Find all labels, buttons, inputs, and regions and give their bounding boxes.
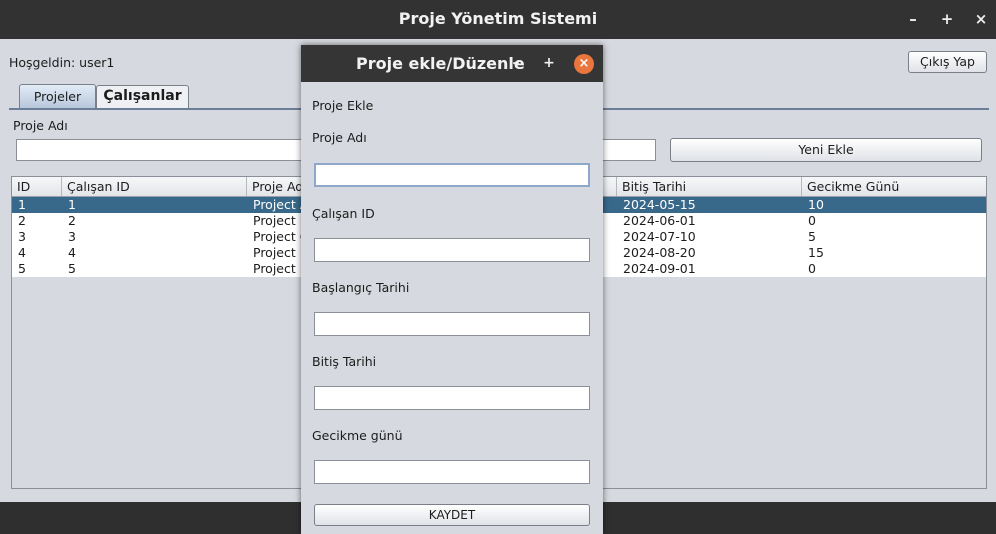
cell-id: 4 [18,245,26,260]
dialog-title: Proje ekle/Düzenle [356,54,525,73]
project-dialog: Proje ekle/Düzenle – + × Proje Ekle Proj… [301,45,603,534]
cell-id: 3 [18,229,26,244]
field-label-proje-adi: Proje Adı [312,130,367,145]
field-label-calisan-id: Çalışan ID [312,206,375,221]
project-name-label: Proje Adı [13,118,68,133]
cell-delay-days: 10 [808,197,824,212]
cell-end-date: 2024-09-01 [623,261,696,276]
cell-delay-days: 0 [808,213,816,228]
cell-delay-days: 15 [808,245,824,260]
cell-employee-id: 4 [68,245,76,260]
welcome-label: Hoşgeldin: user1 [9,55,115,70]
dialog-delay-input[interactable] [314,460,590,484]
dialog-maximize-button[interactable]: + [539,53,559,73]
logout-button[interactable]: Çıkış Yap [908,51,987,73]
tab-projeler[interactable]: Projeler [19,84,96,108]
field-label-bitis-tarihi: Bitiş Tarihi [312,354,377,369]
dialog-minimize-button[interactable]: – [506,53,526,73]
new-add-button[interactable]: Yeni Ekle [670,138,982,162]
cell-id: 2 [18,213,26,228]
cell-employee-id: 3 [68,229,76,244]
cell-end-date: 2024-06-01 [623,213,696,228]
cell-id: 5 [18,261,26,276]
cell-employee-id: 2 [68,213,76,228]
cell-end-date: 2024-08-20 [623,245,696,260]
column-header[interactable]: Bitiş Tarihi [617,177,802,196]
field-label-baslangic-tarihi: Başlangıç Tarihi [312,280,410,295]
dialog-close-button[interactable]: × [574,54,594,74]
window-title: Proje Yönetim Sistemi [398,9,598,28]
main-titlebar: Proje Yönetim Sistemi – + × [0,0,996,39]
cell-end-date: 2024-07-10 [623,229,696,244]
dialog-titlebar: Proje ekle/Düzenle – + × [301,45,603,82]
dialog-end-date-input[interactable] [314,386,590,410]
save-button[interactable]: KAYDET [314,504,590,526]
dialog-heading: Proje Ekle [312,98,374,113]
minimize-button[interactable]: – [902,8,924,30]
dialog-start-date-input[interactable] [314,312,590,336]
cell-delay-days: 0 [808,261,816,276]
cell-delay-days: 5 [808,229,816,244]
dialog-employee-id-input[interactable] [314,238,590,262]
cell-employee-id: 1 [68,197,76,212]
cell-employee-id: 5 [68,261,76,276]
dialog-project-name-input[interactable] [314,163,590,187]
close-button[interactable]: × [970,8,992,30]
cell-end-date: 2024-05-15 [623,197,696,212]
column-header[interactable]: Çalışan ID [62,177,247,196]
column-header[interactable]: Gecikme Günü [802,177,986,196]
maximize-button[interactable]: + [936,8,958,30]
field-label-gecikme-gunu: Gecikme günü [312,428,403,443]
tab-calisanlar[interactable]: Çalışanlar [96,85,189,108]
cell-id: 1 [18,197,26,212]
column-header[interactable]: ID [12,177,62,196]
